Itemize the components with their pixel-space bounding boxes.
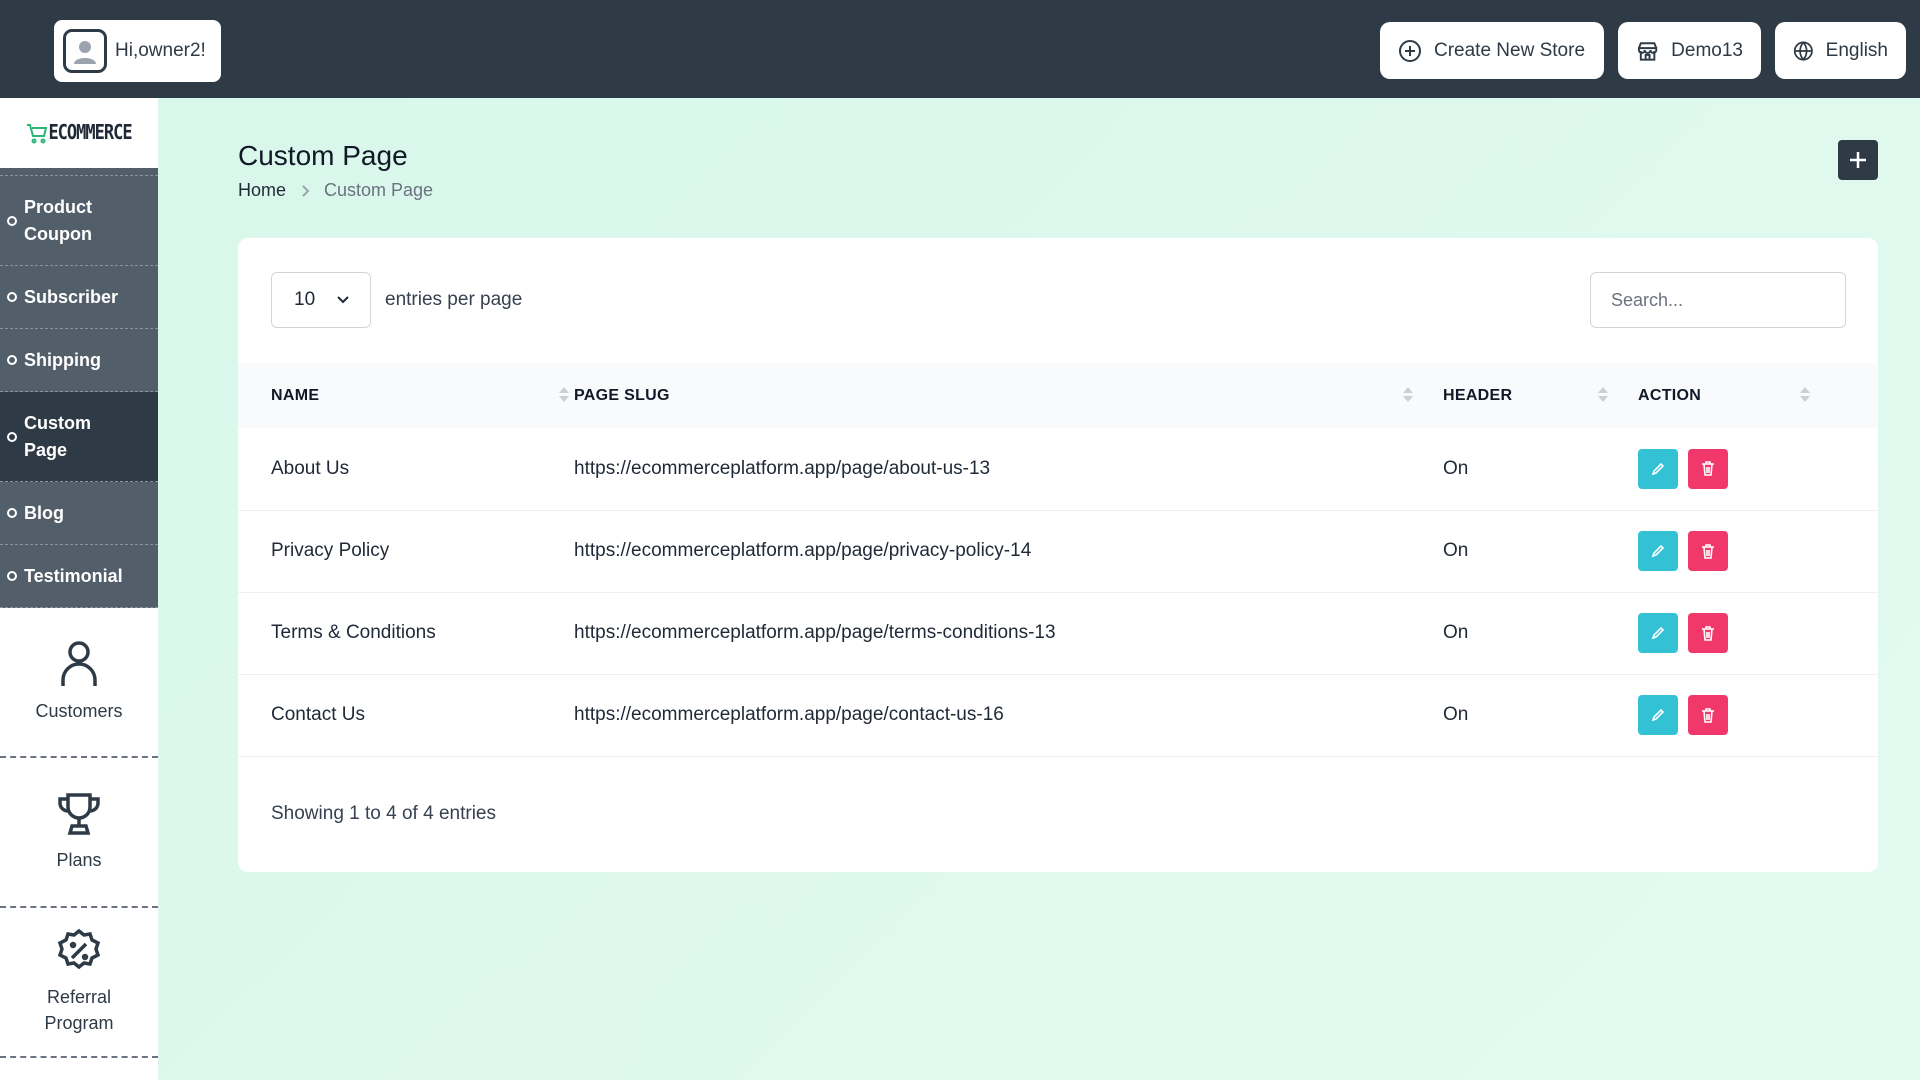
search-input[interactable] [1590,272,1846,328]
language-selector-button[interactable]: English [1775,22,1906,79]
pencil-icon [1651,462,1665,476]
trash-icon [1702,707,1714,723]
discount-badge-icon [57,928,101,970]
chevron-right-icon [302,184,310,197]
breadcrumb-home[interactable]: Home [238,180,286,201]
cell-page-slug: https://ecommerceplatform.app/page/priva… [574,510,1443,593]
store-submenu: Product Tax Product Coupon Subscriber Sh… [0,148,158,608]
edit-button[interactable] [1638,531,1678,571]
per-page-value: 10 [294,289,316,310]
sidebar-item-subscriber[interactable]: Subscriber [0,266,158,329]
table-card: 10 entries per page NAME PAGE SLU [238,238,1878,872]
breadcrumb: Home Custom Page [238,180,433,201]
edit-button[interactable] [1638,695,1678,735]
cell-name: Terms & Conditions [238,592,574,675]
pencil-icon [1651,626,1665,640]
avatar [63,29,107,73]
main-content: Custom Page Home Custom Page 10 entries … [158,98,1920,1080]
table-header-row: NAME PAGE SLUG HEADER ACTION [238,363,1878,428]
user-avatar-icon [74,41,96,64]
delete-button[interactable] [1688,695,1728,735]
cell-actions [1638,428,1878,511]
cell-page-slug: https://ecommerceplatform.app/page/about… [574,428,1443,511]
pencil-icon [1651,544,1665,558]
sidebar-item-custom-page[interactable]: Custom Page [0,392,158,482]
sort-icon [1598,387,1608,402]
cell-page-slug: https://ecommerceplatform.app/page/terms… [574,592,1443,675]
create-new-store-button[interactable]: Create New Store [1380,22,1604,79]
cell-header: On [1443,510,1638,593]
globe-icon [1793,41,1813,61]
cell-actions [1638,510,1878,593]
per-page-control: 10 entries per page [271,272,522,328]
store-name: Demo13 [1671,39,1743,61]
trash-icon [1702,625,1714,641]
store-selector-button[interactable]: Demo13 [1618,22,1761,79]
cell-header: On [1443,428,1638,511]
cell-actions [1638,592,1878,675]
trash-icon [1702,543,1714,559]
cell-page-slug: https://ecommerceplatform.app/page/conta… [574,674,1443,757]
table-row: About Us https://ecommerceplatform.app/p… [238,428,1878,511]
edit-button[interactable] [1638,448,1678,489]
sidebar-item-referral-program[interactable]: Referral Program [0,908,158,1058]
user-greeting: Hi,owner2! [115,40,206,61]
add-page-button[interactable] [1838,140,1878,180]
sort-icon [559,387,569,402]
sidebar: ECOMMERCE Product Tax Product Coupon Sub… [0,98,158,1080]
custom-pages-table: NAME PAGE SLUG HEADER ACTION About Us ht… [238,363,1878,757]
cell-actions [1638,674,1878,757]
sidebar-item-customers[interactable]: Customers [0,608,158,758]
logo-text: ECOMMERCE [48,121,132,145]
cell-name: About Us [238,428,574,511]
delete-button[interactable] [1688,448,1728,489]
user-icon [61,641,97,686]
cell-header: On [1443,592,1638,675]
cell-name: Privacy Policy [238,510,574,593]
table-info: Showing 1 to 4 of 4 entries [271,803,496,824]
cart-logo-icon [27,124,48,144]
sidebar-item-blog[interactable]: Blog [0,482,158,545]
user-menu[interactable]: Hi,owner2! [54,20,221,82]
sidebar-item-product-coupon[interactable]: Product Coupon [0,176,158,266]
plus-icon [1850,152,1866,168]
store-icon [1637,41,1658,61]
cell-header: On [1443,674,1638,757]
sort-icon [1403,387,1413,402]
column-header-header[interactable]: HEADER [1443,363,1638,428]
chevron-down-icon [337,296,349,304]
create-new-store-label: Create New Store [1434,39,1586,61]
per-page-select[interactable]: 10 [271,272,371,328]
logo[interactable]: ECOMMERCE [0,98,158,168]
language-label: English [1825,39,1888,61]
cell-name: Contact Us [238,674,574,757]
column-header-name[interactable]: NAME [238,363,574,428]
trophy-icon [58,793,100,835]
sidebar-item-testimonial[interactable]: Testimonial [0,545,158,608]
table-row: Privacy Policy https://ecommerceplatform… [238,510,1878,593]
column-header-action[interactable]: ACTION [1638,363,1878,428]
breadcrumb-current: Custom Page [324,180,434,200]
trash-icon [1702,461,1714,477]
table-row: Terms & Conditions https://ecommerceplat… [238,592,1878,675]
plus-circle-icon [1399,39,1421,62]
sort-icon [1800,387,1810,402]
delete-button[interactable] [1688,531,1728,571]
per-page-label: entries per page [385,289,523,310]
sidebar-item-shipping[interactable]: Shipping [0,329,158,392]
table-row: Contact Us https://ecommerceplatform.app… [238,674,1878,757]
page-title: Custom Page [238,140,408,171]
pencil-icon [1651,708,1665,722]
top-bar: Hi,owner2! Create New Store Demo13 Engli… [0,0,1920,98]
delete-button[interactable] [1688,613,1728,653]
column-header-page-slug[interactable]: PAGE SLUG [574,363,1443,428]
sidebar-item-plans[interactable]: Plans [0,758,158,908]
edit-button[interactable] [1638,613,1678,653]
